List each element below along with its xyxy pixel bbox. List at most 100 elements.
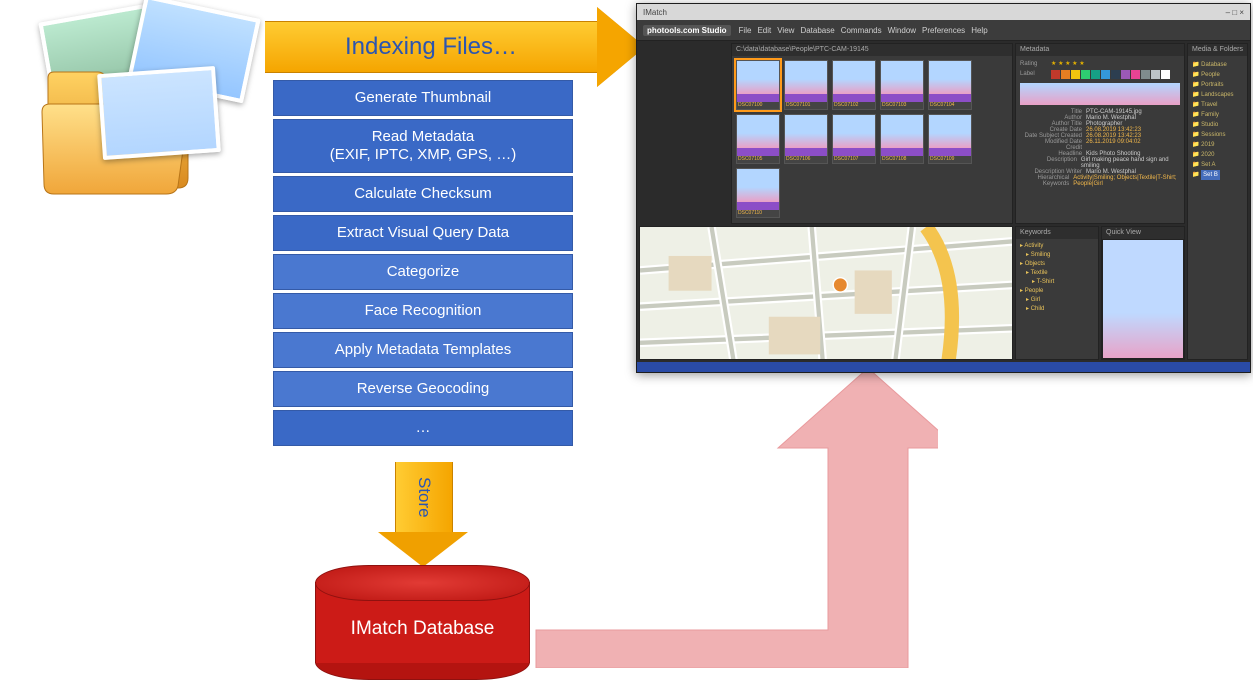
map-surface[interactable] (640, 227, 1012, 360)
tree-node[interactable]: 2019 (1192, 140, 1243, 150)
metadata-value: 26.11.2019 09:04:02 (1086, 139, 1141, 145)
color-swatch[interactable] (1141, 70, 1150, 79)
menu-item[interactable]: Commands (841, 26, 882, 35)
menu-item[interactable]: File (739, 26, 752, 35)
status-bar (637, 362, 1250, 372)
flow-arrow (518, 368, 938, 668)
map-panel: Map (639, 226, 1013, 360)
database-label: IMatch Database (315, 577, 530, 680)
keyword-node[interactable]: ▸ Textile (1020, 269, 1094, 278)
metadata-preview-thumb (1020, 83, 1180, 105)
menu-item[interactable]: Database (800, 26, 834, 35)
window-controls[interactable]: – □ × (1226, 8, 1244, 17)
thumbnail[interactable]: DSC07104 (928, 60, 972, 110)
keyword-node[interactable]: ▸ Girl (1020, 296, 1094, 305)
menu-item[interactable]: Help (971, 26, 987, 35)
thumbnail[interactable]: DSC07106 (784, 114, 828, 164)
menu-item[interactable]: Preferences (922, 26, 965, 35)
metadata-value: Activity|Smiling; Objects|Textile|T-Shir… (1073, 175, 1180, 187)
indexing-step: … (273, 410, 573, 446)
color-swatch[interactable] (1121, 70, 1130, 79)
panel-header: Quick View (1102, 227, 1184, 239)
thumbnail[interactable]: DSC07108 (880, 114, 924, 164)
indexing-step: Extract Visual Query Data (273, 215, 573, 251)
color-swatch[interactable] (1161, 70, 1170, 79)
tree-node[interactable]: People (1192, 70, 1243, 80)
color-swatch[interactable] (1051, 70, 1060, 79)
keyword-node[interactable]: ▸ Child (1020, 305, 1094, 314)
color-swatch[interactable] (1061, 70, 1070, 79)
tree-node[interactable]: Set A (1192, 160, 1243, 170)
folder-tree-panel: Media & Folders DatabasePeoplePortraitsL… (1187, 43, 1248, 360)
metadata-row: Description Girl making peace hand sign a… (1020, 157, 1180, 169)
metadata-key: Description (1020, 157, 1077, 169)
tree-node[interactable]: Sessions (1192, 130, 1243, 140)
metadata-row: Hierarchical Keywords Activity|Smiling; O… (1020, 175, 1180, 187)
keywords-panel: Keywords ▸ Activity▸ Smiling▸ Objects▸ T… (1015, 226, 1099, 360)
rating-label: Rating (1020, 61, 1050, 67)
keyword-node[interactable]: ▸ People (1020, 287, 1094, 296)
menu-item[interactable]: Edit (757, 26, 771, 35)
tree-node[interactable]: Set B (1192, 170, 1243, 180)
thumbnail[interactable]: DSC07100 (736, 60, 780, 110)
source-folder (20, 8, 240, 208)
tree-node[interactable]: Family (1192, 110, 1243, 120)
preview-image (1102, 239, 1184, 359)
store-arrow: Store (395, 462, 451, 567)
brand: photools.com Studio (643, 25, 731, 36)
thumbnail-browser-panel: C:\data\database\People\PTC-CAM-19145 DS… (731, 43, 1013, 224)
indexing-step: Categorize (273, 254, 573, 290)
keyword-node[interactable]: ▸ T-Shirt (1020, 278, 1094, 287)
color-swatch[interactable] (1101, 70, 1110, 79)
indexing-arrow-label: Indexing Files… (345, 33, 517, 61)
app-title: IMatch (643, 8, 667, 17)
thumbnail[interactable]: DSC07109 (928, 114, 972, 164)
thumbnail[interactable]: DSC07102 (832, 60, 876, 110)
metadata-key: Hierarchical Keywords (1020, 175, 1069, 187)
tree-node[interactable]: Database (1192, 60, 1243, 70)
indexing-step: Apply Metadata Templates (273, 332, 573, 368)
color-swatch[interactable] (1111, 70, 1120, 79)
color-swatch[interactable] (1131, 70, 1140, 79)
panel-header: Keywords (1016, 227, 1098, 239)
thumbnail[interactable]: DSC07107 (832, 114, 876, 164)
color-swatch[interactable] (1071, 70, 1080, 79)
titlebar: IMatch – □ × (637, 4, 1250, 20)
sample-photo (97, 66, 221, 160)
menu-item[interactable]: View (777, 26, 794, 35)
color-swatch[interactable] (1081, 70, 1090, 79)
keyword-node[interactable]: ▸ Objects (1020, 260, 1094, 269)
color-swatch[interactable] (1091, 70, 1100, 79)
indexing-arrow: Indexing Files… (265, 22, 645, 72)
panel-header: Media & Folders (1188, 44, 1247, 56)
menubar: photools.com Studio File Edit View Database… (637, 20, 1250, 41)
keyword-node[interactable]: ▸ Activity (1020, 242, 1094, 251)
tree-node[interactable]: Landscapes (1192, 90, 1243, 100)
metadata-value: Girl making peace hand sign and smiling (1081, 157, 1180, 169)
panel-header: C:\data\database\People\PTC-CAM-19145 (732, 44, 1012, 56)
preview-panel: Quick View (1101, 226, 1185, 360)
indexing-step: Read Metadata (EXIF, IPTC, XMP, GPS, …) (273, 119, 573, 173)
rating-stars[interactable]: ★ ★ ★ ★ ★ (1051, 60, 1085, 67)
thumbnail[interactable]: DSC07103 (880, 60, 924, 110)
thumbnail[interactable]: DSC07101 (784, 60, 828, 110)
tree-node[interactable]: Travel (1192, 100, 1243, 110)
keyword-node[interactable]: ▸ Smiling (1020, 251, 1094, 260)
panel-header: Metadata (1016, 44, 1184, 56)
metadata-panel: Metadata Rating ★ ★ ★ ★ ★ Label TitlePTC… (1015, 43, 1185, 224)
indexing-step: Face Recognition (273, 293, 573, 329)
color-swatch[interactable] (1151, 70, 1160, 79)
tree-node[interactable]: 2020 (1192, 150, 1243, 160)
indexing-step: Calculate Checksum (273, 176, 573, 212)
indexing-step: Generate Thumbnail (273, 80, 573, 116)
indexing-step: Reverse Geocoding (273, 371, 573, 407)
thumbnail[interactable]: DSC07110 (736, 168, 780, 218)
menu-item[interactable]: Window (888, 26, 916, 35)
thumbnail[interactable]: DSC07105 (736, 114, 780, 164)
tree-node[interactable]: Portraits (1192, 80, 1243, 90)
store-arrow-label: Store (414, 477, 434, 518)
label-label: Label (1020, 71, 1050, 77)
database-cylinder: IMatch Database (315, 565, 530, 680)
tree-node[interactable]: Studio (1192, 120, 1243, 130)
color-label-swatches[interactable] (1051, 70, 1170, 79)
